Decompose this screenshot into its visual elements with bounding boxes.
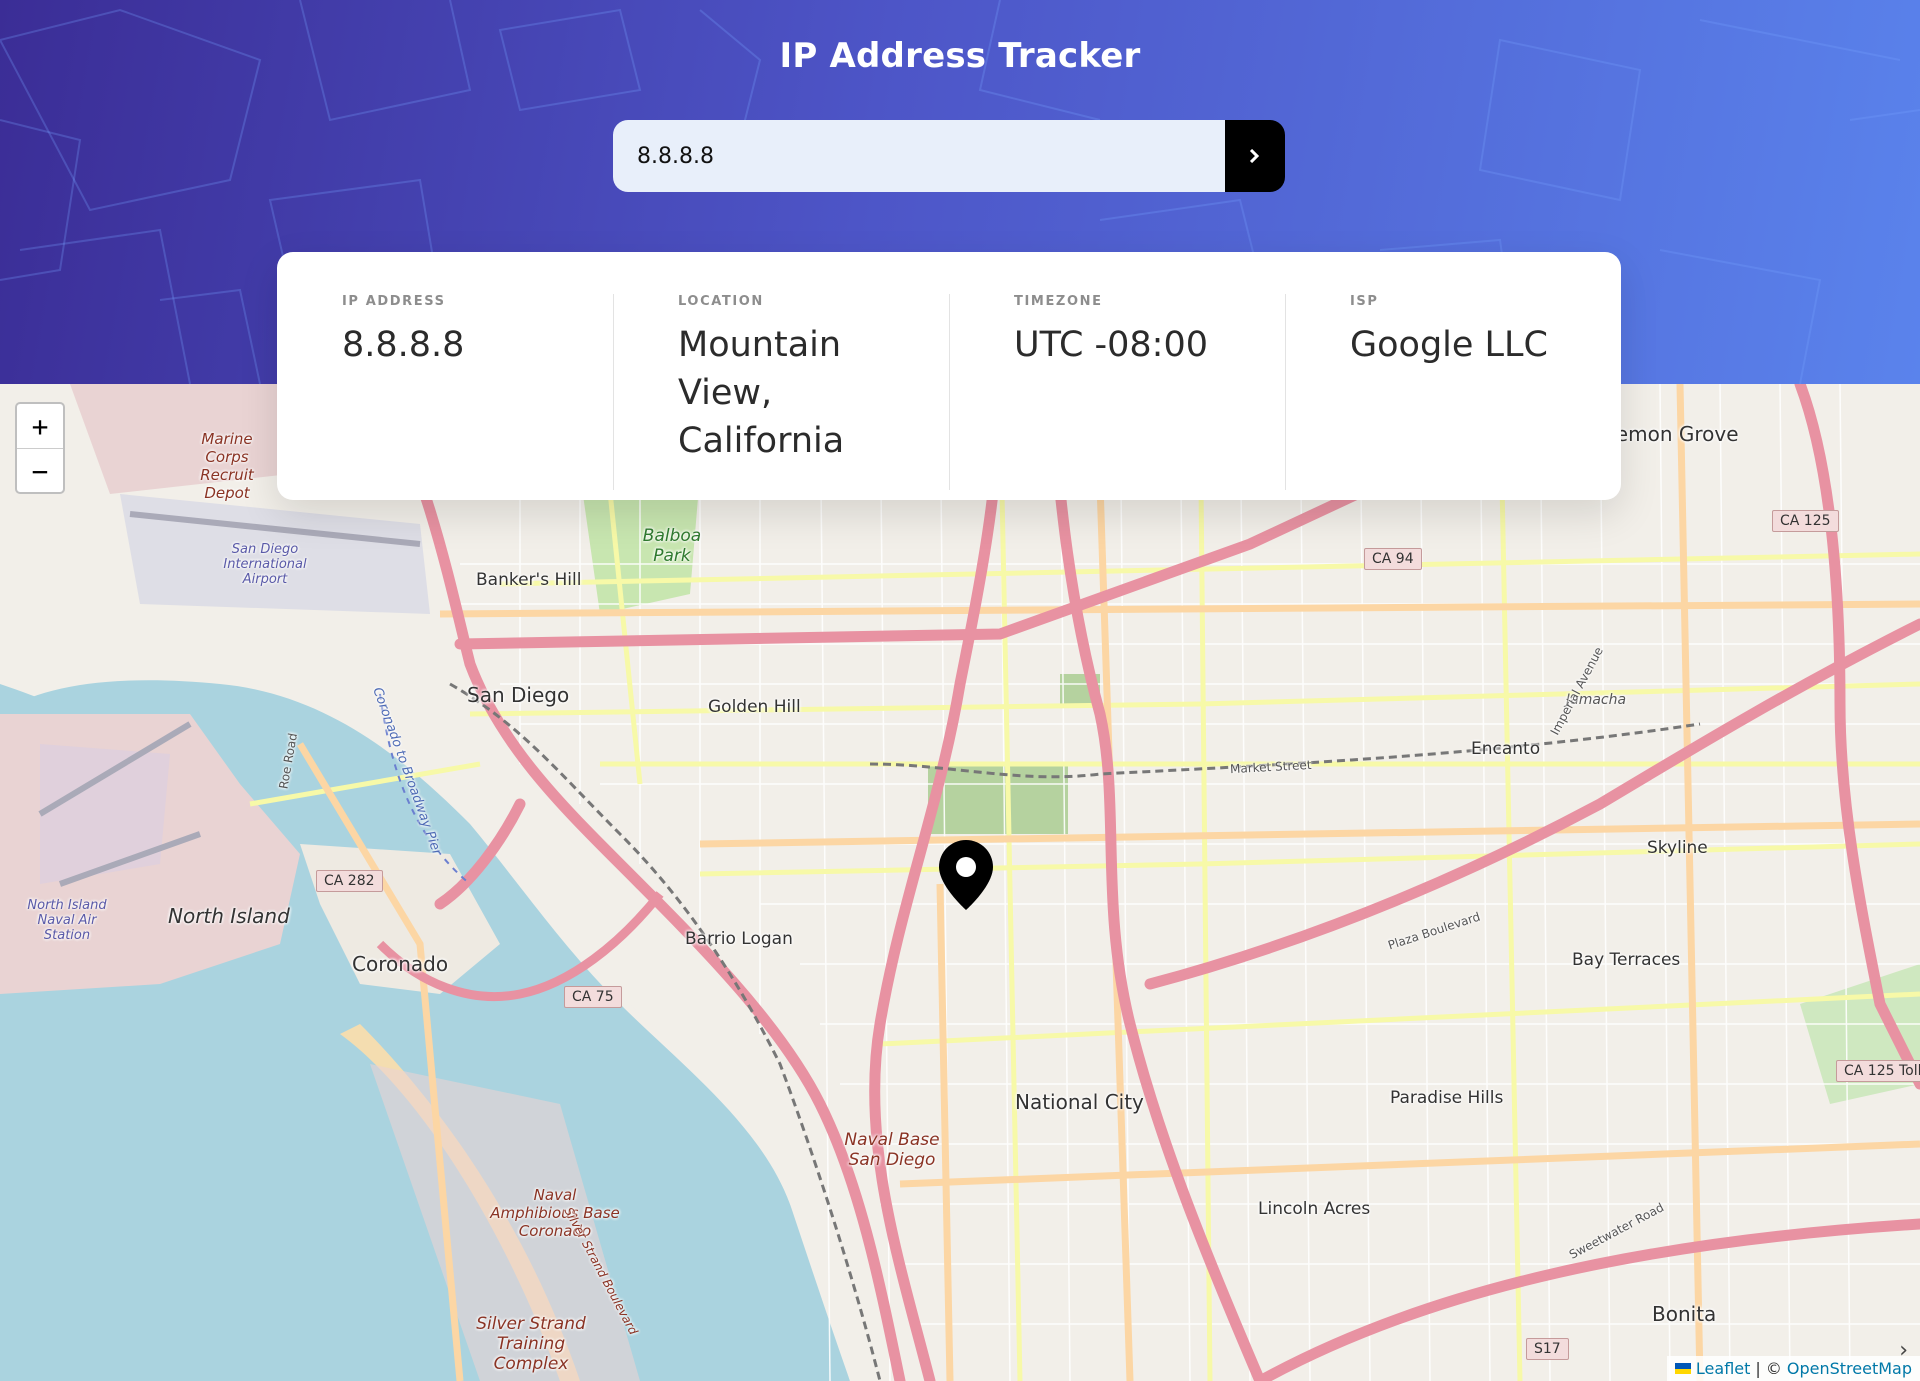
map-label: Naval Amphibious Base Coronado: [490, 1186, 620, 1240]
map-label: Barrio Logan: [685, 929, 793, 949]
chevron-right-icon: [1249, 149, 1260, 163]
highway-shield: CA 282: [316, 870, 383, 892]
map-label: National City: [1015, 1090, 1144, 1114]
map-label: San Diego: [467, 683, 570, 707]
map-label: Lincoln Acres: [1258, 1199, 1371, 1219]
map-label: Golden Hill: [708, 697, 801, 717]
map-label: San Diego International Airport: [223, 542, 307, 587]
search-form: [613, 120, 1285, 192]
info-value: Mountain View, California: [678, 325, 845, 461]
zoom-in-button[interactable]: +: [17, 404, 63, 448]
info-timezone: TIMEZONE UTC -08:00: [949, 294, 1285, 500]
map-label: North Island Naval Air Station: [27, 898, 107, 943]
info-panel: IP ADDRESS 8.8.8.8 LOCATION Mountain Vie…: [277, 252, 1621, 500]
map-label: Coronado: [352, 952, 449, 976]
location-pin-icon[interactable]: [936, 838, 996, 912]
map-label: Bonita: [1652, 1302, 1717, 1326]
highway-shield: CA 125 Toll: [1836, 1060, 1920, 1082]
info-label: ISP: [1350, 294, 1379, 309]
info-value: 8.8.8.8: [342, 325, 465, 365]
info-ip-address: IP ADDRESS 8.8.8.8: [277, 294, 613, 500]
page-title: IP Address Tracker: [779, 36, 1141, 76]
search-button[interactable]: [1225, 120, 1285, 192]
map-label: Lemon Grove: [1605, 422, 1739, 446]
map-label: Naval Base San Diego: [844, 1130, 940, 1170]
map-label: Encanto: [1471, 739, 1541, 759]
map-label: Skyline: [1647, 838, 1708, 858]
highway-shield: CA 125: [1772, 510, 1839, 532]
map-label: Banker's Hill: [476, 570, 582, 590]
map-label: North Island: [168, 904, 290, 928]
map-label: Marine Corps Recruit Depot: [200, 430, 254, 502]
attribution-separator: | ©: [1755, 1359, 1782, 1378]
info-value: Google LLC: [1350, 325, 1548, 365]
ukraine-flag-icon: [1674, 1363, 1691, 1374]
info-label: IP ADDRESS: [342, 294, 446, 309]
info-location: LOCATION Mountain View, California: [613, 294, 949, 500]
map-attribution: Leaflet | © OpenStreetMap: [1666, 1356, 1920, 1381]
highway-shield: CA 75: [564, 986, 622, 1008]
openstreetmap-link[interactable]: OpenStreetMap: [1787, 1359, 1912, 1378]
map-label: Silver Strand Training Complex: [476, 1314, 586, 1374]
info-label: LOCATION: [678, 294, 764, 309]
map-label: Bay Terraces: [1572, 950, 1681, 970]
info-value: UTC -08:00: [1014, 325, 1209, 365]
zoom-control: + −: [15, 402, 65, 494]
map-label: Balboa Park: [642, 526, 702, 566]
highway-shield: S17: [1526, 1338, 1569, 1360]
map-label: Paradise Hills: [1390, 1088, 1504, 1108]
highway-shield: CA 94: [1364, 548, 1422, 570]
search-input[interactable]: [613, 120, 1225, 192]
info-isp: ISP Google LLC: [1285, 294, 1621, 500]
info-label: TIMEZONE: [1014, 294, 1103, 309]
leaflet-link[interactable]: Leaflet: [1696, 1359, 1750, 1378]
zoom-out-button[interactable]: −: [17, 448, 63, 492]
